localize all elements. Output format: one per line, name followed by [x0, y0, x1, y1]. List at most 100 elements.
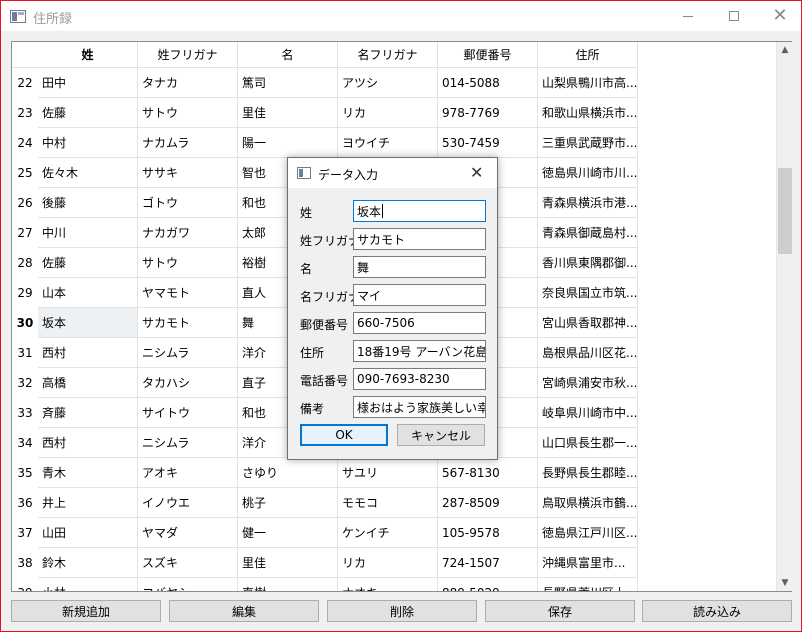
cell-sei-furigana[interactable]: スズキ	[138, 548, 238, 578]
dialog-input-phone[interactable]: 090-7693-8230	[353, 368, 486, 390]
cell-address[interactable]: 香川県東隅郡御...	[538, 248, 638, 278]
row-number[interactable]: 22	[12, 68, 38, 98]
cell-address[interactable]: 長野県荒川区上...	[538, 578, 638, 591]
row-number[interactable]: 26	[12, 188, 38, 218]
cell-sei[interactable]: 高橋	[38, 368, 138, 398]
cell-mei-furigana[interactable]: アツシ	[338, 68, 438, 98]
ok-button[interactable]: OK	[300, 424, 388, 446]
cell-postal-code[interactable]: 978-7769	[438, 98, 538, 128]
dialog-input-sei[interactable]: 坂本	[353, 200, 486, 222]
scroll-up-icon[interactable]: ▲	[777, 42, 793, 58]
cell-address[interactable]: 徳島県川崎市川...	[538, 158, 638, 188]
add-new-button[interactable]: 新規追加	[11, 600, 161, 622]
cell-sei[interactable]: 小林	[38, 578, 138, 591]
cell-sei[interactable]: 佐藤	[38, 248, 138, 278]
cell-address[interactable]: 宮山県香取郡神...	[538, 308, 638, 338]
row-number[interactable]: 39	[12, 578, 38, 591]
dialog-input-mei-furigana[interactable]: マイ	[353, 284, 486, 306]
cell-postal-code[interactable]: 530-7459	[438, 128, 538, 158]
cell-sei-furigana[interactable]: ニシムラ	[138, 338, 238, 368]
cell-sei[interactable]: 佐藤	[38, 98, 138, 128]
cell-address[interactable]: 和歌山県横浜市...	[538, 98, 638, 128]
cell-sei-furigana[interactable]: タカハシ	[138, 368, 238, 398]
cell-mei[interactable]: 里佳	[238, 548, 338, 578]
cell-address[interactable]: 島根県品川区花...	[538, 338, 638, 368]
row-number[interactable]: 28	[12, 248, 38, 278]
cell-address[interactable]: 奈良県国立市筑...	[538, 278, 638, 308]
cell-mei[interactable]: 直樹	[238, 578, 338, 591]
cell-sei-furigana[interactable]: サトウ	[138, 98, 238, 128]
cell-sei[interactable]: 西村	[38, 338, 138, 368]
cell-sei[interactable]: 佐々木	[38, 158, 138, 188]
cell-address[interactable]: 鳥取県横浜市鶴...	[538, 488, 638, 518]
cell-sei[interactable]: 坂本	[38, 308, 138, 338]
cell-mei-furigana[interactable]: リカ	[338, 548, 438, 578]
row-number[interactable]: 25	[12, 158, 38, 188]
dialog-title-bar[interactable]: データ入力 ✕	[288, 158, 497, 188]
cell-address[interactable]: 宮崎県浦安市秋...	[538, 368, 638, 398]
row-number[interactable]: 29	[12, 278, 38, 308]
dialog-input-sei-furigana[interactable]: サカモト	[353, 228, 486, 250]
dialog-close-icon[interactable]: ✕	[470, 163, 483, 182]
cell-sei-furigana[interactable]: タナカ	[138, 68, 238, 98]
cell-sei[interactable]: 鈴木	[38, 548, 138, 578]
row-number[interactable]: 36	[12, 488, 38, 518]
cell-sei[interactable]: 井上	[38, 488, 138, 518]
table-row[interactable]: 24 中村 ナカムラ 陽一 ヨウイチ 530-7459 三重県武蔵野市...	[12, 128, 638, 158]
scroll-thumb[interactable]	[778, 168, 792, 254]
cell-sei-furigana[interactable]: ゴトウ	[138, 188, 238, 218]
title-bar[interactable]: 住所録 ✕	[1, 1, 801, 31]
table-row[interactable]: 38 鈴木 スズキ 里佳 リカ 724-1507 沖縄県富里市...	[12, 548, 638, 578]
minimize-button[interactable]	[665, 1, 711, 31]
cell-mei-furigana[interactable]: ナオキ	[338, 578, 438, 591]
cell-sei-furigana[interactable]: ナカムラ	[138, 128, 238, 158]
cell-sei[interactable]: 青木	[38, 458, 138, 488]
cell-mei-furigana[interactable]: ヨウイチ	[338, 128, 438, 158]
edit-button[interactable]: 編集	[169, 600, 319, 622]
cell-address[interactable]: 徳島県江戸川区...	[538, 518, 638, 548]
cell-postal-code[interactable]: 724-1507	[438, 548, 538, 578]
cell-sei-furigana[interactable]: ヤマモト	[138, 278, 238, 308]
row-number[interactable]: 32	[12, 368, 38, 398]
row-number[interactable]: 27	[12, 218, 38, 248]
cell-postal-code[interactable]: 105-9578	[438, 518, 538, 548]
cell-sei-furigana[interactable]: サトウ	[138, 248, 238, 278]
row-number[interactable]: 33	[12, 398, 38, 428]
row-number[interactable]: 23	[12, 98, 38, 128]
cell-sei-furigana[interactable]: ナカガワ	[138, 218, 238, 248]
cell-address[interactable]: 青森県御蔵島村...	[538, 218, 638, 248]
save-button[interactable]: 保存	[485, 600, 635, 622]
scroll-down-icon[interactable]: ▼	[777, 575, 793, 591]
table-row[interactable]: 35 青木 アオキ さゆり サユリ 567-8130 長野県長生郡睦...	[12, 458, 638, 488]
table-row[interactable]: 39小林コバヤシ直樹ナオキ889-5029長野県荒川区上...	[12, 578, 638, 591]
cell-sei[interactable]: 後藤	[38, 188, 138, 218]
cell-sei-furigana[interactable]: サイトウ	[138, 398, 238, 428]
column-header-sei[interactable]: 姓	[38, 42, 138, 68]
cell-sei[interactable]: 中村	[38, 128, 138, 158]
cell-mei[interactable]: 桃子	[238, 488, 338, 518]
row-number[interactable]: 24	[12, 128, 38, 158]
cell-postal-code[interactable]: 287-8509	[438, 488, 538, 518]
table-row[interactable]: 23 佐藤 サトウ 里佳 リカ 978-7769 和歌山県横浜市...	[12, 98, 638, 128]
table-row[interactable]: 22 田中 タナカ 篤司 アツシ 014-5088 山梨県鴨川市高...	[12, 68, 638, 98]
cell-address[interactable]: 青森県横浜市港...	[538, 188, 638, 218]
cell-mei-furigana[interactable]: ケンイチ	[338, 518, 438, 548]
cell-address[interactable]: 岐阜県川崎市中...	[538, 398, 638, 428]
cell-sei-furigana[interactable]: イノウエ	[138, 488, 238, 518]
cell-sei[interactable]: 斉藤	[38, 398, 138, 428]
row-number[interactable]: 31	[12, 338, 38, 368]
column-header-mei[interactable]: 名	[238, 42, 338, 68]
dialog-input-note[interactable]: 様おはよう家族美しい幸福	[353, 396, 486, 418]
column-header-postal-code[interactable]: 郵便番号	[438, 42, 538, 68]
cell-mei[interactable]: 篤司	[238, 68, 338, 98]
load-button[interactable]: 読み込み	[642, 600, 792, 622]
cell-sei-furigana[interactable]: サカモト	[138, 308, 238, 338]
cell-sei-furigana[interactable]: ヤマダ	[138, 518, 238, 548]
table-row[interactable]: 37 山田 ヤマダ 健一 ケンイチ 105-9578 徳島県江戸川区...	[12, 518, 638, 548]
cell-mei-furigana[interactable]: モモコ	[338, 488, 438, 518]
row-number[interactable]: 38	[12, 548, 38, 578]
cell-mei[interactable]: 里佳	[238, 98, 338, 128]
cell-address[interactable]: 沖縄県富里市...	[538, 548, 638, 578]
cell-sei[interactable]: 山本	[38, 278, 138, 308]
column-header-address[interactable]: 住所	[538, 42, 638, 68]
